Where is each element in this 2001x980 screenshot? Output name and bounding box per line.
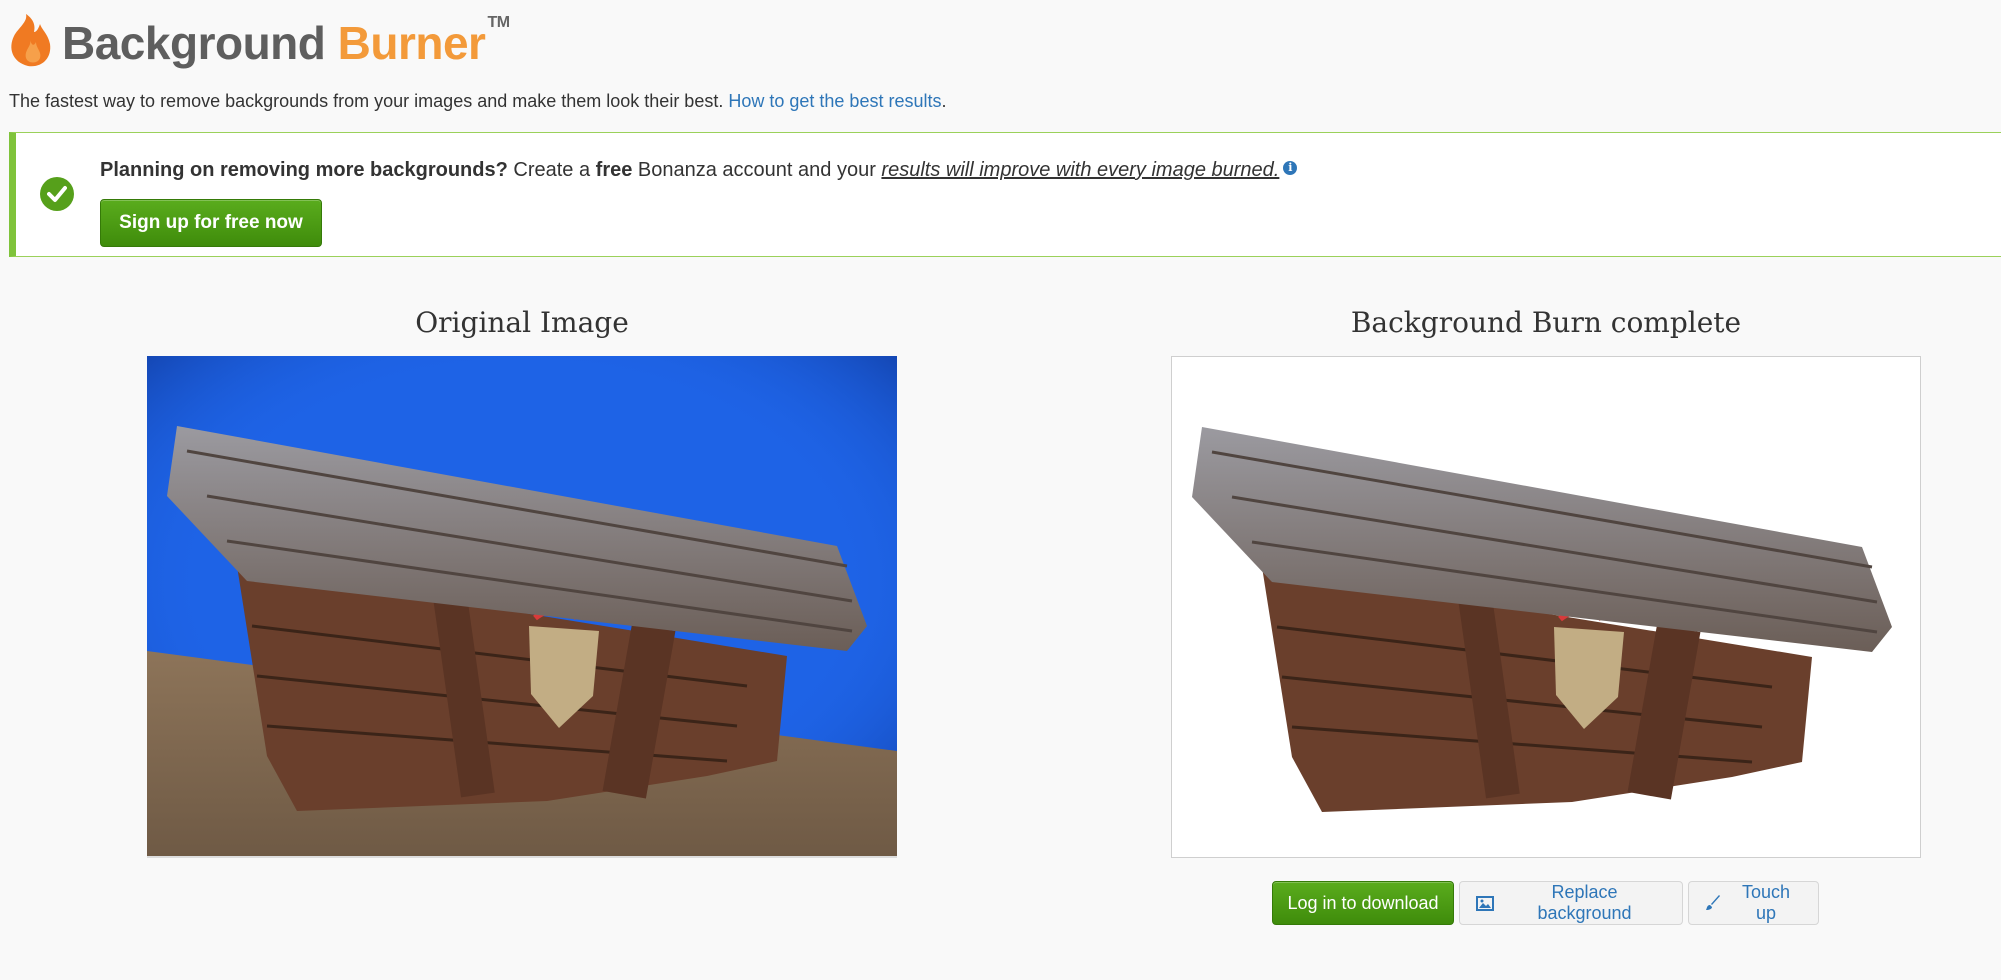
touch-up-button[interactable]: Touch up <box>1688 881 1819 925</box>
banner-message: Planning on removing more backgrounds? C… <box>100 159 1298 182</box>
page: Background Burner TM The fastest way to r… <box>0 0 2001 980</box>
result-image <box>1171 356 1921 858</box>
image-icon <box>1476 895 1494 911</box>
result-image-graphic <box>1172 357 1920 857</box>
logo[interactable]: Background Burner TM <box>8 10 510 70</box>
original-image-graphic <box>147 356 897 856</box>
tagline: The fastest way to remove backgrounds fr… <box>9 91 946 112</box>
banner-text-1: Create a <box>507 159 596 181</box>
tagline-suffix: . <box>941 91 947 111</box>
signup-button[interactable]: Sign up for free now <box>100 199 322 247</box>
flame-icon <box>11 14 51 67</box>
banner-lead: Planning on removing more backgrounds? <box>100 159 508 181</box>
brush-icon <box>1705 895 1721 911</box>
brand-name: Background Burner TM <box>62 10 510 76</box>
brand-name-part2: Burner <box>337 17 486 69</box>
download-button[interactable]: Log in to download <box>1272 881 1454 925</box>
original-image-title: Original Image <box>415 306 629 339</box>
banner-emphasis: results will improve with every image bu… <box>881 159 1280 181</box>
banner-free: free <box>595 159 633 181</box>
checkmark-icon <box>40 177 74 211</box>
tagline-text: The fastest way to remove backgrounds fr… <box>9 91 724 111</box>
banner-text-2: Bonanza account and your <box>632 159 882 181</box>
trademark: TM <box>487 14 510 31</box>
result-actions: Log in to download Replace background To… <box>1272 881 1819 925</box>
replace-background-label: Replace background <box>1537 882 1632 923</box>
result-title: Background Burn complete <box>1350 306 1742 339</box>
info-icon[interactable]: i <box>1283 161 1298 175</box>
replace-background-button[interactable]: Replace background <box>1459 881 1683 925</box>
original-image <box>147 356 897 858</box>
brand-name-part1: Background <box>62 17 326 69</box>
touch-up-label: Touch up <box>1741 882 1791 923</box>
best-results-link[interactable]: How to get the best results <box>728 91 941 111</box>
signup-banner: Planning on removing more backgrounds? C… <box>9 132 2001 257</box>
